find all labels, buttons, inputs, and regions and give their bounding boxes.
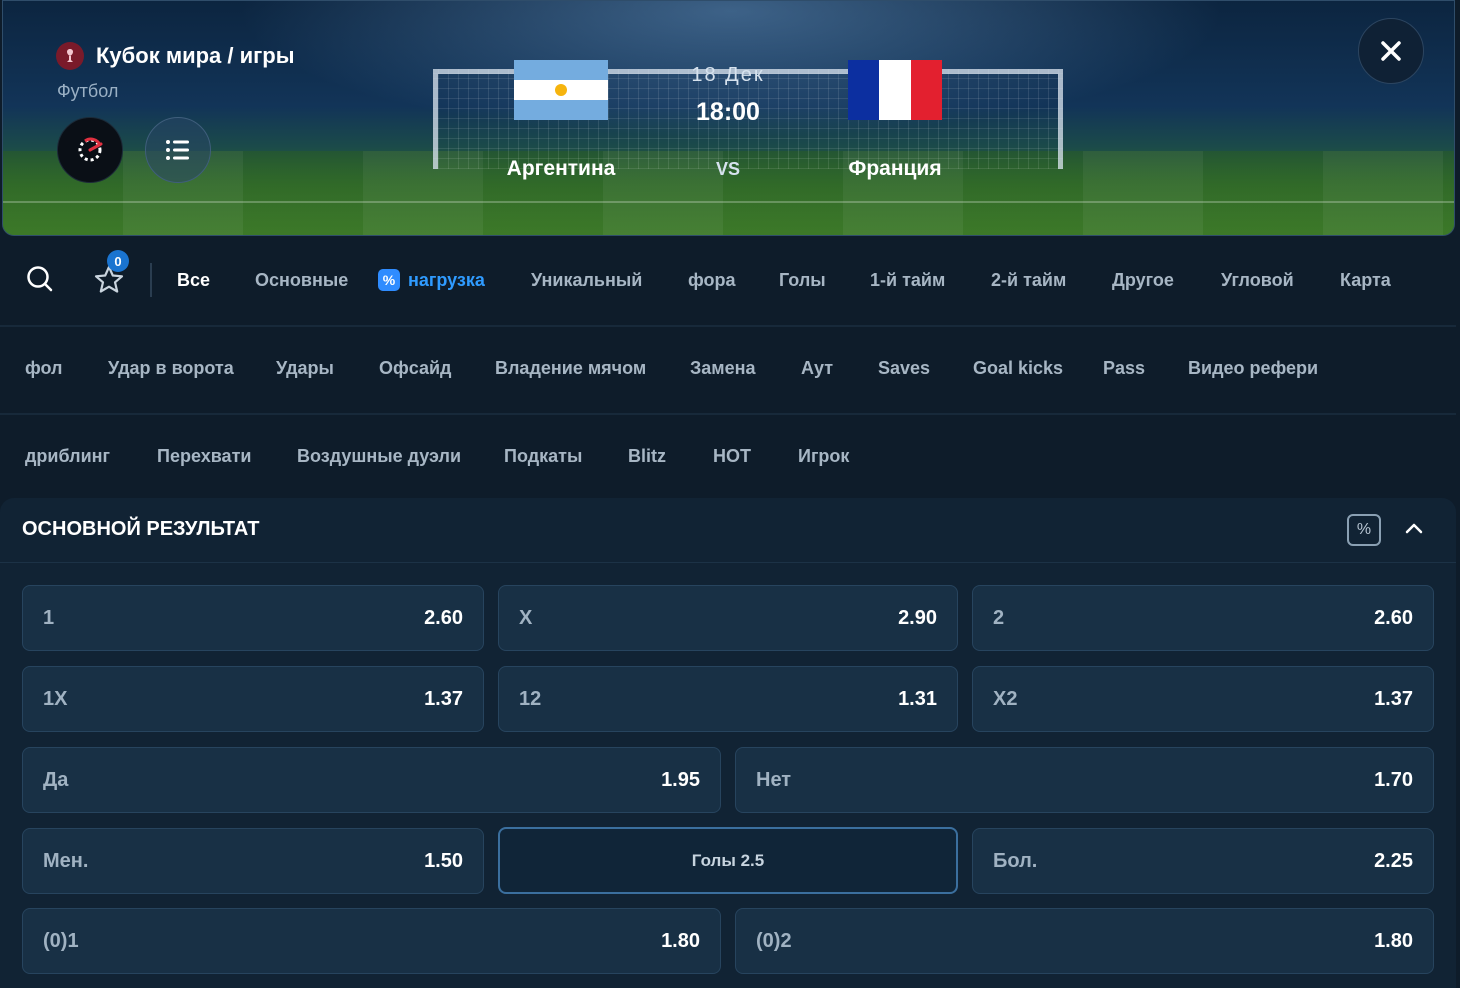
tab-first-half[interactable]: 1-й тайм [870, 270, 945, 291]
odd-button-under[interactable]: Мен. 1.50 [22, 828, 484, 894]
tab-second-half[interactable]: 2-й тайм [991, 270, 1066, 291]
list-icon [166, 140, 189, 160]
pitch-line [3, 201, 1454, 203]
odd-value: 1.95 [661, 768, 700, 791]
odd-label: Бол. [993, 849, 1038, 872]
odd-button-away[interactable]: 2 2.60 [972, 585, 1434, 651]
competition-title: Кубок мира / игры [96, 43, 295, 68]
tabs-separator [150, 263, 152, 297]
tab-tackles[interactable]: Подкаты [504, 446, 582, 467]
tab-handicap[interactable]: фора [688, 270, 736, 291]
away-team-name: Франция [848, 157, 942, 180]
tab-cards[interactable]: Карта [1340, 270, 1391, 291]
market-tabs-row-3: дриблинг Перехвати Воздушные дуэли Подка… [0, 428, 1460, 484]
tab-shots-on-target[interactable]: Удар в ворота [108, 358, 234, 379]
trophy-icon [56, 42, 84, 70]
odd-label: Да [43, 768, 69, 791]
live-stats-button[interactable] [57, 117, 123, 183]
match-time: 18:00 [696, 98, 760, 126]
tab-dribbling[interactable]: дриблинг [25, 446, 110, 467]
odd-button-handicap-away[interactable]: (0)2 1.80 [735, 908, 1434, 974]
search-icon[interactable] [26, 265, 54, 293]
tab-shots[interactable]: Удары [276, 358, 334, 379]
odd-button-yes[interactable]: Да 1.95 [22, 747, 721, 813]
odd-button-over[interactable]: Бол. 2.25 [972, 828, 1434, 894]
live-stats-icon [78, 137, 103, 162]
odd-value: 2.60 [424, 606, 463, 629]
odd-label: X2 [993, 687, 1018, 710]
odd-label: Нет [756, 768, 792, 791]
market-list-button[interactable] [145, 117, 211, 183]
tabs-divider-1 [0, 325, 1456, 327]
odd-label: Мен. [43, 849, 89, 872]
tab-all[interactable]: Все [177, 270, 210, 291]
odd-value: 1.80 [661, 929, 700, 952]
tab-unique[interactable]: Уникальный [531, 270, 642, 291]
tab-possession[interactable]: Владение мячом [495, 358, 646, 379]
sport-label: Футбол [57, 81, 119, 101]
odd-button-handicap-home[interactable]: (0)1 1.80 [22, 908, 721, 974]
odd-value: 1.70 [1374, 768, 1413, 791]
tab-throw-in[interactable]: Аут [801, 358, 833, 379]
close-icon [1381, 41, 1401, 61]
tab-hot[interactable]: HOT [713, 446, 751, 467]
tab-fouls[interactable]: фол [25, 358, 63, 379]
match-date: 18 Дек [691, 64, 765, 86]
france-flag [848, 60, 942, 120]
tab-pass[interactable]: Pass [1103, 358, 1145, 379]
odd-button-1x[interactable]: 1X 1.37 [22, 666, 484, 732]
close-button[interactable] [1358, 18, 1424, 84]
tab-var[interactable]: Видео рефери [1188, 358, 1318, 379]
tab-player[interactable]: Игрок [798, 446, 849, 467]
odd-button-draw[interactable]: X 2.90 [498, 585, 958, 651]
odd-value: 1.37 [1374, 687, 1413, 710]
odd-label: 12 [519, 687, 542, 710]
odd-label: 1 [43, 606, 55, 629]
odd-button-home[interactable]: 1 2.60 [22, 585, 484, 651]
tab-corner[interactable]: Угловой [1221, 270, 1294, 291]
tab-goals[interactable]: Голы [779, 270, 826, 291]
odd-value: 2.25 [1374, 849, 1413, 872]
odd-button-12[interactable]: 12 1.31 [498, 666, 958, 732]
odd-label: (0)1 [43, 929, 79, 952]
tab-other[interactable]: Другое [1112, 270, 1174, 291]
odd-value: 1.80 [1374, 929, 1413, 952]
total-line-selector[interactable]: Голы 2.5 [498, 827, 958, 894]
odd-value: 2.60 [1374, 606, 1413, 629]
tab-offside[interactable]: Офсайд [379, 358, 451, 379]
tab-load[interactable]: % нагрузка [378, 269, 485, 291]
tab-substitution[interactable]: Замена [690, 358, 756, 379]
odd-value: 1.31 [898, 687, 937, 710]
odd-label: X [519, 606, 533, 629]
home-team-name: Аргентина [506, 157, 616, 180]
market-title: ОСНОВНОЙ РЕЗУЛЬТАТ [22, 518, 260, 540]
odd-value: 2.90 [898, 606, 937, 629]
tab-goal-kicks[interactable]: Goal kicks [973, 358, 1063, 379]
odd-value: 1.50 [424, 849, 463, 872]
chevron-up-icon[interactable] [1402, 516, 1426, 540]
market-tabs-row-1: Все Основные % нагрузка Уникальный фора … [0, 252, 1460, 308]
odd-value: 1.37 [424, 687, 463, 710]
odd-label: (0)2 [756, 929, 792, 952]
market-tabs-row-2: фол Удар в ворота Удары Офсайд Владение … [0, 340, 1460, 396]
market-header-divider [0, 562, 1456, 563]
tab-load-label: нагрузка [408, 269, 485, 290]
odd-label: 1X [43, 687, 68, 710]
total-line-label: Голы 2.5 [691, 850, 765, 870]
margin-toggle-button[interactable]: % [1347, 514, 1381, 546]
competition-link[interactable]: Кубок мира / игры [56, 42, 295, 70]
argentina-flag [514, 60, 608, 120]
odd-button-no[interactable]: Нет 1.70 [735, 747, 1434, 813]
vs-label: VS [715, 159, 740, 179]
odd-button-x2[interactable]: X2 1.37 [972, 666, 1434, 732]
tab-saves[interactable]: Saves [878, 358, 930, 379]
tab-interceptions[interactable]: Перехвати [157, 446, 251, 467]
percent-icon: % [378, 269, 400, 291]
tab-main[interactable]: Основные [255, 270, 348, 291]
tab-aerial-duels[interactable]: Воздушные дуэли [297, 446, 461, 467]
favorites-count-badge: 0 [107, 250, 129, 272]
odd-label: 2 [993, 606, 1005, 629]
tab-blitz[interactable]: Blitz [628, 446, 666, 467]
tabs-divider-2 [0, 413, 1456, 415]
